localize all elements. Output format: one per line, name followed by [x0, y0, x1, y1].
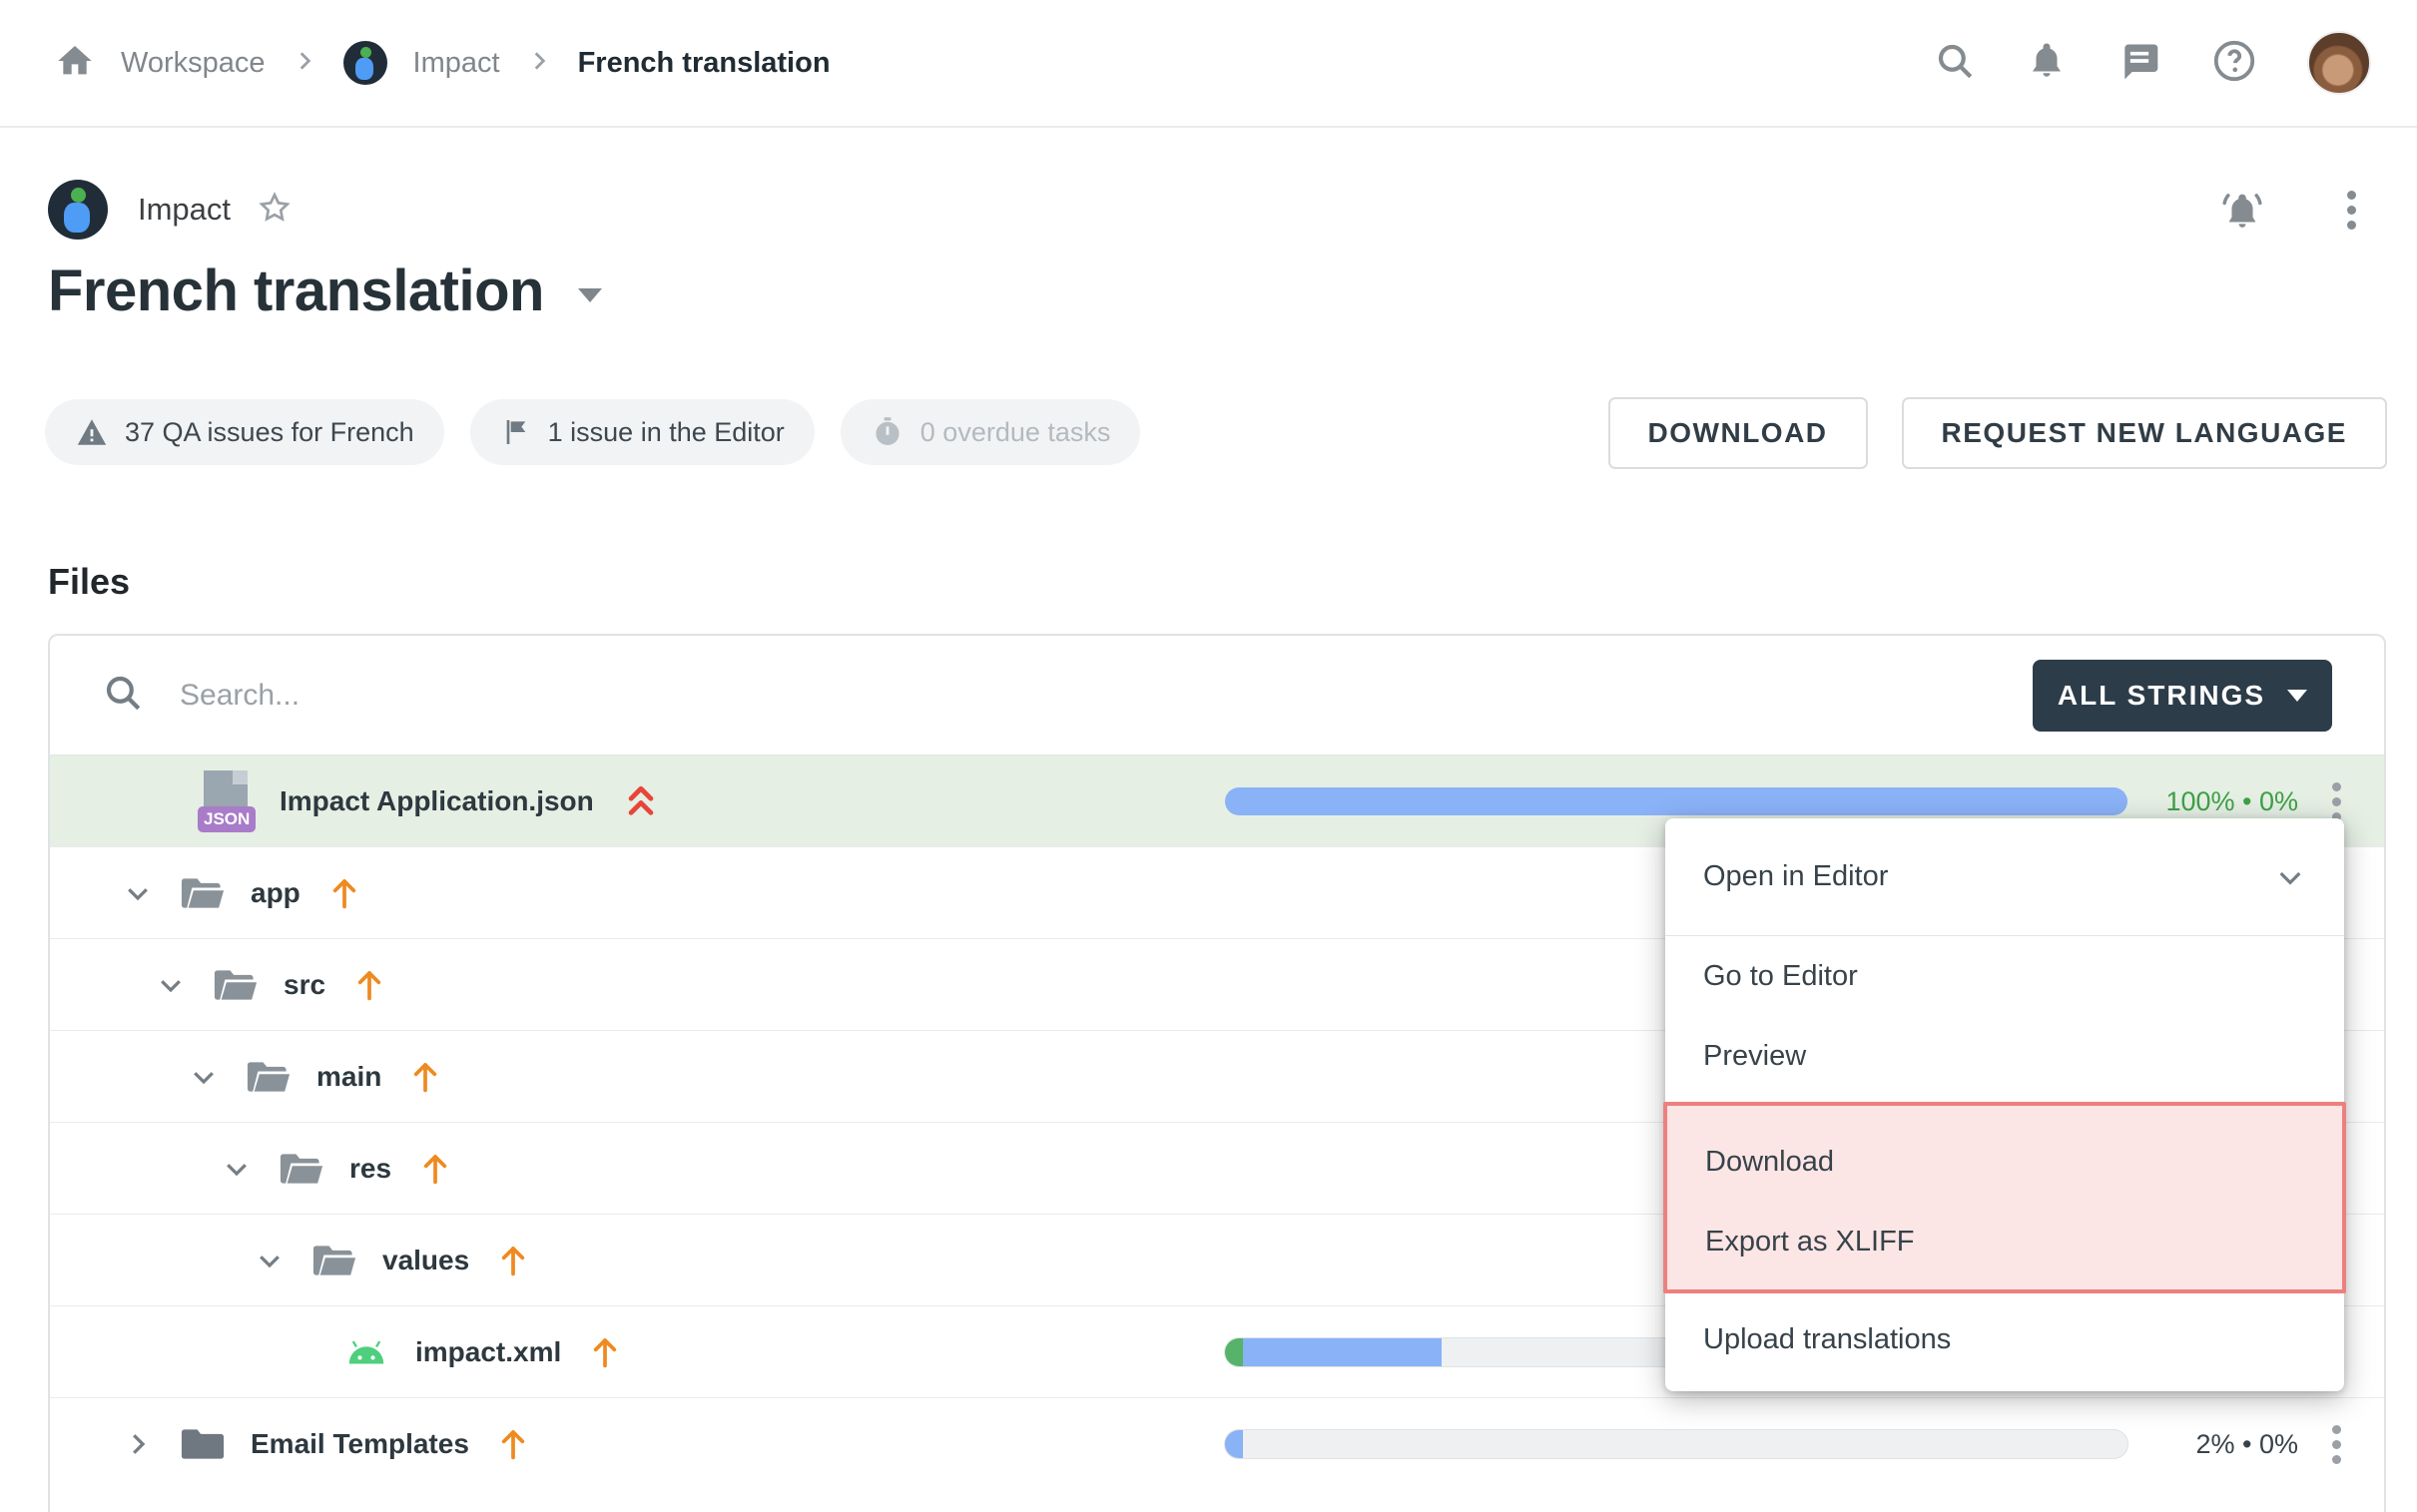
- files-heading: Files: [48, 561, 130, 603]
- editor-issues-badge[interactable]: 1 issue in the Editor: [470, 399, 815, 465]
- folder-row-email-templates[interactable]: Email Templates 2% • 0%: [50, 1397, 2384, 1489]
- upload-arrow-icon: [353, 967, 385, 1003]
- progress-translated: [1225, 1430, 1243, 1458]
- progress-bar: [1224, 1429, 2128, 1459]
- menu-item-go-to-editor[interactable]: Go to Editor: [1665, 936, 2344, 1016]
- breadcrumb-current: French translation: [578, 47, 831, 80]
- breadcrumb-project[interactable]: Impact: [413, 47, 500, 80]
- folder-open-icon: [312, 1242, 356, 1279]
- editor-issues-label: 1 issue in the Editor: [548, 417, 785, 448]
- android-icon: [343, 1335, 389, 1369]
- menu-item-label: Open in Editor: [1703, 860, 1888, 893]
- chevron-down-icon: [2274, 861, 2306, 893]
- progress-translated: [1243, 1338, 1442, 1366]
- chevron-right-icon[interactable]: [121, 1429, 155, 1459]
- qa-issues-label: 37 QA issues for French: [125, 417, 414, 448]
- json-file-icon: JSON: [198, 770, 254, 832]
- flag-icon: [500, 416, 532, 448]
- chevron-right-icon: [526, 48, 552, 79]
- project-logo-small: [343, 41, 387, 85]
- home-icon[interactable]: [55, 41, 95, 86]
- folder-open-icon: [247, 1058, 291, 1096]
- chevron-down-icon[interactable]: [253, 1246, 287, 1275]
- row-kebab-menu-icon[interactable]: [2316, 1424, 2356, 1464]
- menu-highlight-group: Download Export as XLIFF: [1663, 1102, 2346, 1293]
- breadcrumb: Workspace Impact French translation: [55, 41, 831, 86]
- chevron-down-icon[interactable]: [154, 970, 188, 1000]
- warning-triangle-icon: [75, 415, 109, 449]
- bell-icon[interactable]: [2026, 40, 2068, 87]
- project-kebab-menu-icon[interactable]: [2331, 190, 2371, 230]
- upload-arrow-icon: [328, 875, 360, 911]
- star-icon[interactable]: [257, 190, 293, 231]
- all-strings-label: ALL STRINGS: [2058, 680, 2265, 712]
- folder-name: src: [284, 969, 325, 1001]
- files-search-row: ALL STRINGS: [50, 636, 2384, 755]
- folder-name: app: [251, 877, 301, 909]
- progress-reviewed: [1225, 1338, 1243, 1366]
- chevron-down-icon[interactable]: [187, 1062, 221, 1092]
- request-new-language-button[interactable]: REQUEST NEW LANGUAGE: [1902, 397, 2387, 469]
- project-logo: [48, 180, 108, 240]
- overdue-tasks-label: 0 overdue tasks: [920, 417, 1111, 448]
- menu-item-download[interactable]: Download: [1667, 1122, 2342, 1202]
- breadcrumb-workspace[interactable]: Workspace: [121, 47, 266, 80]
- upload-arrow-icon: [409, 1059, 441, 1095]
- upload-arrow-icon: [497, 1243, 529, 1278]
- file-name: Impact Application.json: [280, 785, 594, 817]
- search-icon[interactable]: [1934, 40, 1976, 87]
- user-avatar[interactable]: [2307, 31, 2371, 95]
- project-name[interactable]: Impact: [138, 192, 231, 228]
- progress-stats: 2% • 0%: [2195, 1398, 2298, 1490]
- menu-item-preview[interactable]: Preview: [1665, 1016, 2344, 1096]
- row-kebab-menu-icon[interactable]: [2316, 781, 2356, 821]
- title-dropdown-caret-icon[interactable]: [578, 288, 602, 302]
- menu-item-upload-translations[interactable]: Upload translations: [1665, 1299, 2344, 1379]
- upload-arrow-icon: [419, 1151, 451, 1187]
- search-input[interactable]: [180, 679, 1078, 713]
- search-icon: [102, 672, 144, 719]
- overdue-tasks-badge: 0 overdue tasks: [841, 399, 1141, 465]
- menu-item-export-xliff[interactable]: Export as XLIFF: [1667, 1202, 2342, 1281]
- qa-issues-badge[interactable]: 37 QA issues for French: [45, 399, 444, 465]
- chevron-down-icon[interactable]: [220, 1154, 254, 1184]
- progress-translated: [1225, 787, 2127, 815]
- chevron-right-icon: [292, 48, 317, 79]
- chevron-down-icon: [2287, 690, 2307, 702]
- page-title: French translation: [48, 257, 544, 324]
- download-button[interactable]: DOWNLOAD: [1608, 397, 1868, 469]
- top-navigation: Workspace Impact French translation: [0, 0, 2417, 128]
- chat-icon[interactable]: [2117, 39, 2161, 88]
- folder-open-icon: [181, 874, 225, 912]
- all-strings-filter-button[interactable]: ALL STRINGS: [2033, 660, 2332, 732]
- chevron-down-icon[interactable]: [121, 878, 155, 908]
- bell-ring-icon[interactable]: [2219, 187, 2265, 233]
- folder-open-icon: [214, 966, 258, 1004]
- file-name: impact.xml: [415, 1336, 561, 1368]
- help-icon[interactable]: [2211, 38, 2257, 89]
- folder-name: Email Templates: [251, 1428, 469, 1460]
- menu-item-open-in-editor[interactable]: Open in Editor: [1665, 818, 2344, 936]
- folder-icon: [181, 1425, 225, 1463]
- stopwatch-icon: [871, 415, 905, 449]
- folder-name: res: [349, 1153, 391, 1185]
- folder-name: values: [382, 1245, 469, 1276]
- progress-bar: [1224, 786, 2128, 816]
- folder-open-icon: [280, 1150, 323, 1188]
- folder-name: main: [316, 1061, 381, 1093]
- upload-arrow-icon: [589, 1334, 621, 1370]
- upload-arrow-icon: [497, 1426, 529, 1462]
- file-context-menu: Open in Editor Go to Editor Preview Down…: [1665, 818, 2344, 1391]
- priority-high-icon: [624, 781, 658, 821]
